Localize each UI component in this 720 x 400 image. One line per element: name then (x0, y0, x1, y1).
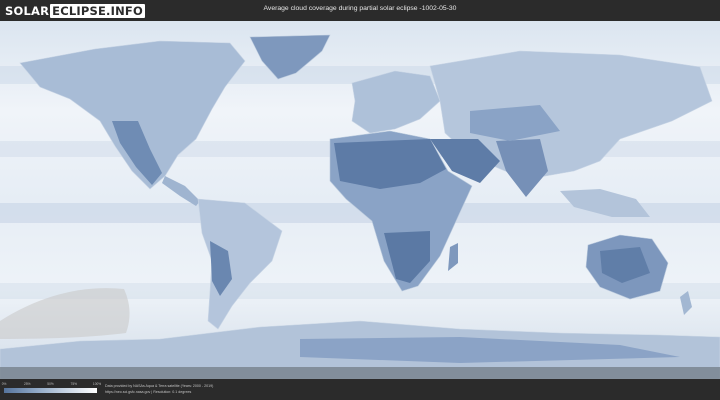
antarctica-shadow (0, 367, 720, 379)
credit-line-2: https://neo.sci.gsfc.nasa.gov | Resoluti… (105, 390, 192, 394)
header-bar: SOLAR ECLIPSE.INFO Average cloud coverag… (0, 0, 720, 21)
cloud-coverage-map (0, 21, 720, 379)
legend-tick-labels: 0% 25% 50% 75% 100% (1, 382, 101, 387)
data-credits: Data provided by NASAs Aqua & Terra sate… (105, 383, 213, 395)
legend-tick-25: 25% (24, 382, 31, 386)
legend-color-scale (4, 388, 97, 393)
legend-tick-50: 50% (47, 382, 54, 386)
footer-bar: 0% 25% 50% 75% 100% Data provided by NAS… (0, 379, 720, 400)
legend-tick-100: 100% (92, 382, 102, 386)
legend-tick-75: 75% (70, 382, 77, 386)
legend-tick-0: 0% (1, 382, 7, 386)
page-title: Average cloud coverage during partial so… (263, 5, 457, 12)
